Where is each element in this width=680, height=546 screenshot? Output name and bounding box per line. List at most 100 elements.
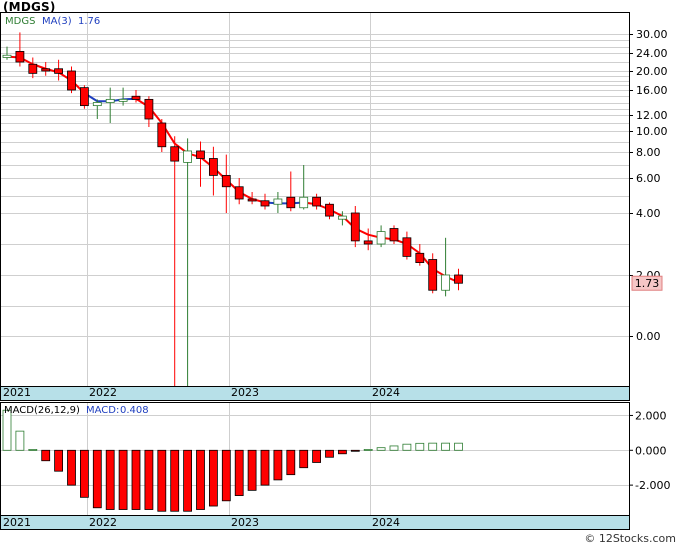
macd-bar (273, 449, 283, 481)
macd-y-axis: 2.000 0.000 -2.000 (629, 409, 670, 492)
candle-body (144, 98, 154, 120)
y-tick-label: 8.00 (636, 146, 661, 159)
candle-body (105, 98, 115, 103)
candle-body (54, 68, 63, 74)
macd-bar (196, 449, 205, 510)
candle-body (247, 198, 257, 202)
y-tick-label: 16.00 (636, 84, 668, 97)
macd-bar (144, 449, 154, 510)
candle-body (2, 54, 12, 58)
candle-body (221, 174, 231, 188)
candle-body (234, 186, 244, 200)
y-tick-label: 12.00 (636, 109, 668, 122)
macd-bar (402, 443, 412, 451)
macd-bar (41, 449, 51, 462)
x-tick-label: 2022 (89, 386, 117, 399)
macd-bar (312, 449, 322, 463)
macd-bar (28, 449, 38, 451)
candle-body (80, 87, 89, 107)
macd-bar (221, 449, 231, 502)
macd-bar (286, 449, 296, 476)
candle-body (363, 240, 373, 245)
chart-figure: 30.00 24.00 20.00 16.00 12.00 10.00 8.00 6.00 4.… (0, 12, 670, 530)
candle-body (41, 68, 51, 72)
macd-legend-name: MACD (86, 405, 116, 416)
candle-body (312, 196, 322, 207)
candle-body (376, 231, 386, 245)
macd-bar (2, 409, 12, 451)
candle-body (350, 212, 360, 242)
macd-bar (454, 442, 463, 451)
macd-legend: MACD(26,12,9) MACD : 0.408 (4, 405, 149, 416)
x-tick-label: 2022 (89, 516, 117, 529)
legend-ma-value: 1.76 (78, 16, 100, 27)
candle-body (454, 274, 463, 284)
x-tick-label: 2024 (372, 386, 400, 399)
candle-body (157, 122, 167, 148)
y-tick-label: 6.00 (636, 172, 661, 185)
macd-bar (105, 449, 115, 510)
y-tick-label: 30.00 (636, 28, 668, 41)
macd-bar (67, 449, 76, 486)
macd-bar (157, 449, 167, 512)
candle (157, 119, 167, 152)
macd-legend-value: 0.408 (120, 405, 149, 416)
macd-bar (415, 442, 425, 451)
macd-bar (15, 430, 25, 451)
legend-symbol: MDGS (5, 16, 35, 27)
candle (389, 225, 399, 244)
y-tick-label: 10.00 (636, 125, 668, 138)
macd-bar (247, 449, 257, 491)
macd-bar (325, 449, 334, 458)
macd-y-tick-label: 2.000 (635, 409, 667, 422)
macd-bar (131, 449, 141, 510)
macd-bar (208, 449, 218, 507)
candle-body (286, 196, 296, 209)
macd-bar (80, 449, 89, 498)
macd-y-tick-label: 0.000 (635, 444, 667, 457)
candle-body (208, 158, 218, 176)
macd-bar (337, 449, 347, 455)
candle-body (415, 252, 425, 264)
y-tick-label: 0.00 (636, 330, 661, 343)
macd-bar (299, 449, 309, 469)
macd-bar (376, 447, 386, 451)
x-tick-label: 2021 (3, 386, 31, 399)
macd-legend-eq: : (116, 405, 119, 416)
candle (80, 85, 89, 109)
macd-bar (389, 445, 399, 451)
x-tick-label: 2024 (372, 516, 400, 529)
x-tick-label: 2023 (231, 516, 259, 529)
macd-bar (234, 449, 244, 496)
candle-body (337, 215, 347, 220)
candle-body (92, 102, 102, 107)
candle-body (299, 196, 309, 209)
candle-body (118, 98, 128, 102)
last-price-label: 1.73 (635, 277, 660, 290)
price-legend: MDGS MA(3) 1.76 (5, 16, 100, 27)
candle-body (402, 237, 412, 257)
x-tick-label: 2023 (231, 386, 259, 399)
candle-body (131, 95, 141, 100)
x-tick-label: 2021 (3, 516, 31, 529)
candle-body (28, 63, 38, 74)
macd-bar (428, 442, 438, 451)
macd-bar (183, 449, 193, 512)
y-tick-label: 4.00 (636, 207, 661, 220)
y-tick-label: 20.00 (636, 65, 668, 78)
candle-body (183, 150, 193, 163)
candle-body (273, 198, 283, 205)
candle-body (260, 200, 270, 207)
legend-ma-label: MA(3) (42, 16, 72, 27)
candle-body (196, 150, 205, 159)
candle-body (428, 259, 438, 291)
candle-body (389, 228, 399, 242)
candle-body (67, 70, 76, 91)
macd-bar (170, 449, 180, 512)
price-y-axis: 30.00 24.00 20.00 16.00 12.00 10.00 8.00 6.00 4.… (629, 28, 668, 343)
macd-bar (350, 449, 360, 452)
macd-bar (441, 442, 451, 451)
site-credit: © 12Stocks.com (584, 532, 676, 545)
macd-bar (54, 449, 63, 472)
macd-bar (260, 449, 270, 486)
